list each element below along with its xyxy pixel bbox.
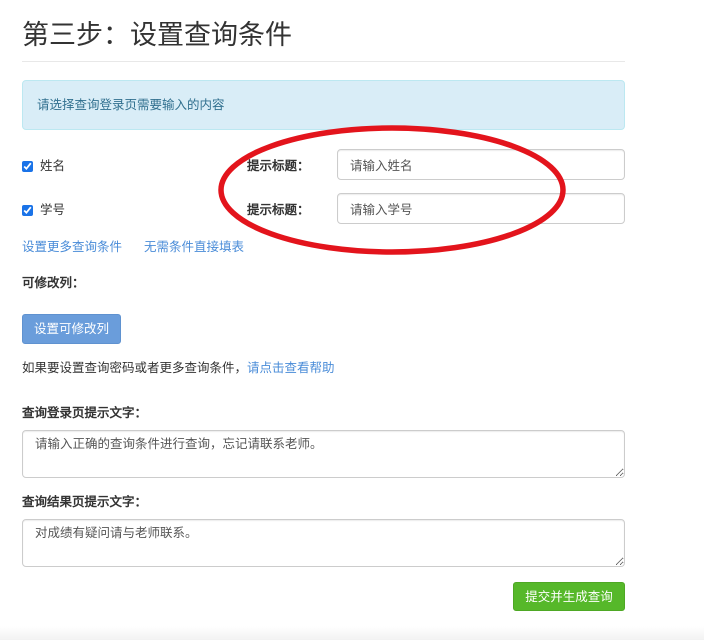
title-divider xyxy=(22,61,625,62)
student-id-prompt-input[interactable] xyxy=(337,193,625,224)
annotation-ellipse xyxy=(218,125,566,255)
editable-columns-label: 可修改列： xyxy=(22,276,85,290)
name-prompt-input[interactable] xyxy=(337,149,625,180)
help-text: 如果要设置查询密码或者更多查询条件， xyxy=(22,361,248,375)
page-root: 第三步：设置查询条件 请选择查询登录页需要输入的内容 姓名 提示标题： 学号 提… xyxy=(0,0,704,640)
name-prompt-label: 提示标题： xyxy=(247,159,310,173)
student-id-checkbox[interactable] xyxy=(22,204,33,216)
student-id-checkbox-label: 学号 xyxy=(40,203,66,217)
help-line: 如果要设置查询密码或者更多查询条件，请点击查看帮助 xyxy=(22,360,335,376)
no-conditions-link[interactable]: 无需条件直接填表 xyxy=(144,239,244,255)
set-editable-columns-button[interactable]: 设置可修改列 xyxy=(22,314,121,344)
submit-generate-query-button[interactable]: 提交并生成查询 xyxy=(513,582,625,611)
student-id-prompt-label: 提示标题： xyxy=(247,203,310,217)
login-prompt-label: 查询登录页提示文字： xyxy=(22,406,148,420)
result-prompt-label: 查询结果页提示文字： xyxy=(22,495,148,509)
login-prompt-textarea[interactable]: 请输入正确的查询条件进行查询，忘记请联系老师。 xyxy=(22,430,625,478)
more-conditions-link[interactable]: 设置更多查询条件 xyxy=(22,239,122,255)
page-bottom-shade xyxy=(0,626,704,640)
condition-name-option[interactable]: 姓名 xyxy=(22,158,65,174)
result-prompt-textarea[interactable]: 对成绩有疑问请与老师联系。 xyxy=(22,519,625,567)
name-checkbox-label: 姓名 xyxy=(40,159,66,173)
name-checkbox[interactable] xyxy=(22,160,33,172)
info-alert: 请选择查询登录页需要输入的内容 xyxy=(22,80,625,130)
help-link[interactable]: 请点击查看帮助 xyxy=(247,361,335,375)
condition-student-id-option[interactable]: 学号 xyxy=(22,202,65,218)
page-title: 第三步：设置查询条件 xyxy=(22,20,292,50)
